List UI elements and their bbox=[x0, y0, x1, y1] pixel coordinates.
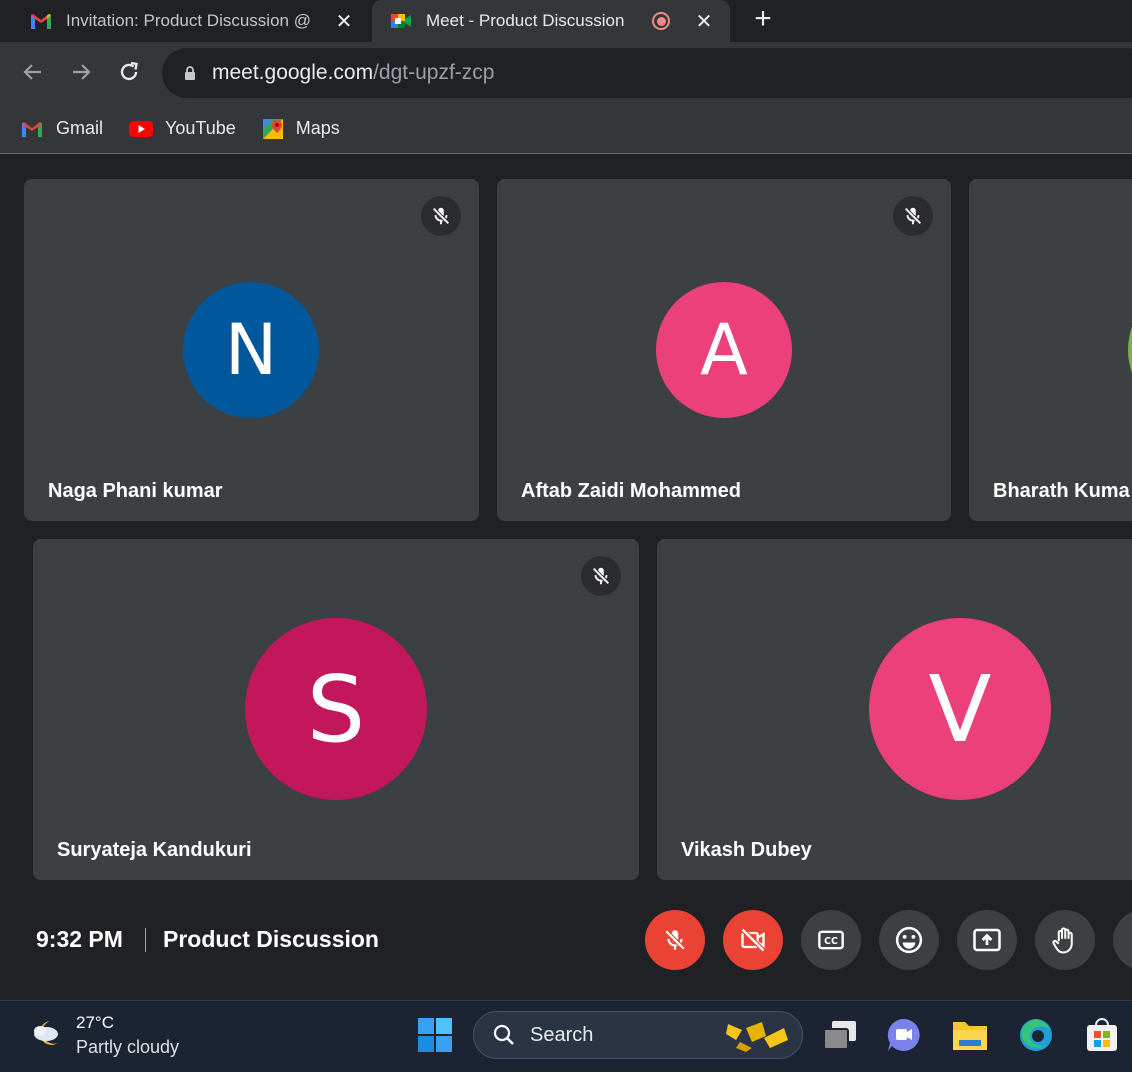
participant-name: Aftab Zaidi Mohammed bbox=[521, 480, 742, 502]
search-highlight-icon bbox=[726, 1022, 788, 1052]
bookmarks-bar: Gmail YouTube Maps bbox=[0, 104, 1132, 154]
participant-tile[interactable]: A Aftab Zaidi Mohammed bbox=[497, 179, 951, 521]
meet-icon bbox=[391, 14, 411, 28]
avatar: V bbox=[869, 618, 1051, 800]
tab-title: Invitation: Product Discussion @ bbox=[66, 11, 311, 30]
captions-icon: CC bbox=[818, 930, 844, 950]
avatar: N bbox=[183, 282, 319, 418]
raise-hand-icon bbox=[1052, 927, 1073, 954]
meeting-clock: 9:32 PM bbox=[36, 926, 123, 952]
search-label: Search bbox=[530, 1023, 594, 1046]
maps-icon bbox=[262, 118, 283, 139]
forward-button[interactable] bbox=[65, 56, 97, 88]
emoji-icon bbox=[895, 926, 923, 954]
captions-button[interactable]: CC bbox=[801, 910, 861, 970]
avatar bbox=[1128, 282, 1132, 418]
participant-tile[interactable]: N Naga Phani kumar bbox=[24, 179, 479, 521]
mic-off-icon bbox=[592, 567, 610, 585]
folder-icon bbox=[953, 1022, 987, 1050]
participant-name: Suryateja Kandukuri bbox=[57, 839, 252, 861]
participant-name: Bharath Kuma bbox=[993, 480, 1130, 502]
participant-tile[interactable]: S Suryateja Kandukuri bbox=[33, 539, 639, 880]
forward-arrow-icon bbox=[73, 64, 91, 80]
camera-off-icon bbox=[740, 927, 766, 953]
address-bar[interactable]: meet.google.com/dgt-upzf-zcp bbox=[162, 48, 1132, 98]
meeting-stage: N Naga Phani kumar A Aftab Zaidi Mohamme… bbox=[0, 155, 1132, 1000]
partly-cloudy-icon bbox=[34, 1021, 58, 1045]
edge-browser-button[interactable] bbox=[1016, 1015, 1056, 1055]
back-arrow-icon bbox=[23, 64, 41, 80]
participant-tile[interactable]: Bharath Kuma bbox=[969, 179, 1132, 521]
present-icon bbox=[973, 928, 1001, 952]
bookmark-label: YouTube bbox=[165, 118, 236, 138]
edge-icon bbox=[1020, 1019, 1052, 1051]
bookmark-label: Gmail bbox=[56, 118, 104, 138]
windows-taskbar: 27°C Partly cloudy Search bbox=[0, 1000, 1132, 1071]
bookmark-youtube[interactable]: YouTube bbox=[129, 118, 236, 139]
gmail-icon bbox=[31, 14, 51, 29]
url-path: /dgt-upzf-zcp bbox=[373, 61, 495, 84]
raise-hand-button[interactable] bbox=[1035, 910, 1095, 970]
url-host: meet.google.com bbox=[212, 61, 374, 84]
muted-indicator bbox=[421, 196, 461, 236]
bookmark-label: Maps bbox=[295, 118, 340, 138]
weather-widget[interactable]: 27°C Partly cloudy bbox=[0, 1001, 200, 1072]
browser-toolbar: meet.google.com/dgt-upzf-zcp bbox=[0, 42, 1132, 104]
reload-button[interactable] bbox=[113, 56, 145, 88]
teams-chat-icon bbox=[887, 1018, 920, 1051]
start-button[interactable] bbox=[415, 1015, 455, 1055]
mic-toggle-button[interactable] bbox=[645, 910, 705, 970]
weather-temperature: 27°C bbox=[76, 1013, 114, 1032]
muted-indicator bbox=[581, 556, 621, 596]
avatar: A bbox=[656, 282, 792, 418]
camera-toggle-button[interactable] bbox=[723, 910, 783, 970]
meeting-title: Product Discussion bbox=[163, 926, 379, 952]
lock-icon bbox=[185, 65, 195, 80]
task-view-button[interactable] bbox=[820, 1015, 860, 1055]
emoji-button[interactable] bbox=[879, 910, 939, 970]
tab-meet[interactable]: Meet - Product Discussion ✕ bbox=[372, 0, 730, 42]
present-button[interactable] bbox=[957, 910, 1017, 970]
task-view-icon bbox=[823, 1021, 856, 1050]
bookmark-maps[interactable]: Maps bbox=[262, 118, 340, 140]
weather-description: Partly cloudy bbox=[76, 1037, 180, 1057]
tab-title: Meet - Product Discussion bbox=[426, 11, 625, 30]
divider bbox=[145, 928, 146, 952]
back-button[interactable] bbox=[17, 56, 49, 88]
recording-icon bbox=[652, 12, 670, 30]
mic-off-icon bbox=[432, 207, 450, 225]
reload-icon bbox=[120, 61, 138, 81]
participant-name: Naga Phani kumar bbox=[48, 480, 223, 502]
gmail-icon bbox=[22, 121, 42, 137]
store-icon bbox=[1087, 1018, 1117, 1051]
tab-strip: Invitation: Product Discussion @ ✕ Meet … bbox=[0, 0, 1132, 42]
search-icon bbox=[493, 1024, 514, 1045]
mic-off-icon bbox=[664, 929, 686, 951]
participant-tile[interactable]: V Vikash Dubey bbox=[657, 539, 1132, 880]
teams-chat-button[interactable] bbox=[884, 1015, 924, 1055]
svg-text:CC: CC bbox=[824, 936, 838, 947]
taskbar-search[interactable]: Search bbox=[473, 1011, 803, 1059]
bookmark-gmail[interactable]: Gmail bbox=[20, 118, 103, 139]
windows-logo-icon bbox=[418, 1018, 452, 1052]
youtube-icon bbox=[129, 120, 154, 137]
mic-off-icon bbox=[904, 207, 922, 225]
participant-name: Vikash Dubey bbox=[681, 839, 812, 861]
close-tab-icon[interactable]: ✕ bbox=[332, 9, 356, 34]
tab-invitation[interactable]: Invitation: Product Discussion @ ✕ bbox=[0, 0, 370, 42]
file-explorer-button[interactable] bbox=[950, 1015, 990, 1055]
close-tab-icon[interactable]: ✕ bbox=[692, 9, 716, 34]
microsoft-store-button[interactable] bbox=[1082, 1015, 1122, 1055]
avatar: S bbox=[245, 618, 427, 800]
new-tab-button[interactable]: + bbox=[748, 2, 778, 36]
muted-indicator bbox=[893, 196, 933, 236]
